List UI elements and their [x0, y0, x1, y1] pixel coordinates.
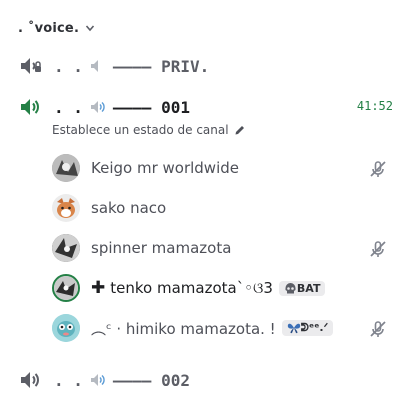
channel-name: ‒‒‒‒ 001 [112, 97, 190, 117]
speaker-icon [21, 372, 39, 388]
user-tag-text: BAT [296, 281, 321, 295]
butterfly-icon [287, 323, 300, 334]
voice-user[interactable]: spinner mamazota [52, 233, 397, 263]
channel-status-text: Establece un estado de canal [52, 123, 229, 137]
voice-channel-priv[interactable]: . . ‒‒‒‒ PRIV. [18, 53, 209, 79]
speaker-emoji-icon [90, 101, 105, 113]
voice-user[interactable]: Keigo mr worldwide [52, 153, 397, 183]
channel-status-button[interactable]: Establece un estado de canal [52, 123, 246, 137]
voice-channel-001[interactable]: . . ‒‒‒‒ 001 [18, 94, 190, 120]
speaker-emoji-icon [90, 60, 98, 72]
skull-icon [285, 282, 296, 293]
user-name: sako naco [91, 199, 167, 217]
user-tag: ᕲᵉᵉ.ᐟ [281, 320, 334, 336]
voice-channel-002[interactable]: . . ‒‒‒‒ 002 [18, 367, 190, 393]
speaker-emoji-icon [90, 374, 105, 386]
voice-user[interactable]: sako naco [52, 193, 397, 223]
user-name: tenko mamazota`◦ଓ3 [110, 279, 273, 297]
avatar-speaking [52, 274, 80, 302]
user-tag-text: ᕲᵉᵉ.ᐟ [300, 321, 329, 334]
voice-user-speaking[interactable]: ✚ tenko mamazota`◦ଓ3 BAT [52, 273, 397, 303]
muted-mic-icon [370, 241, 386, 257]
avatar [52, 194, 80, 222]
channel-prefix: . . [54, 56, 83, 76]
voice-user[interactable]: ︵ᶜ · himiko mamazota. ! ᕲᵉᵉ.ᐟ [52, 313, 397, 343]
plus-symbol: ✚ [91, 278, 106, 298]
speaker-active-icon [21, 99, 39, 115]
user-name: spinner mamazota [91, 239, 232, 257]
channel-prefix: . . [54, 97, 83, 117]
call-timer: 41:52 [356, 99, 393, 113]
locked-speaker-icon [21, 58, 41, 74]
avatar [52, 154, 80, 182]
channel-name: ‒‒‒‒ 002 [112, 370, 190, 390]
user-name: ︵ᶜ · himiko mamazota. ! [91, 319, 276, 338]
avatar [52, 234, 80, 262]
category-label: . ˚voice. [18, 20, 80, 36]
channel-prefix: . . [54, 370, 83, 390]
chevron-down-icon [85, 25, 95, 32]
muted-mic-icon [370, 321, 386, 337]
channel-name: ‒‒‒‒ PRIV. [112, 56, 210, 76]
pencil-icon [235, 126, 244, 135]
avatar [52, 314, 80, 342]
user-name: Keigo mr worldwide [91, 159, 239, 177]
muted-mic-icon [370, 161, 386, 177]
user-tag: BAT [278, 280, 326, 296]
voice-category-header[interactable]: . ˚voice. [18, 17, 95, 39]
